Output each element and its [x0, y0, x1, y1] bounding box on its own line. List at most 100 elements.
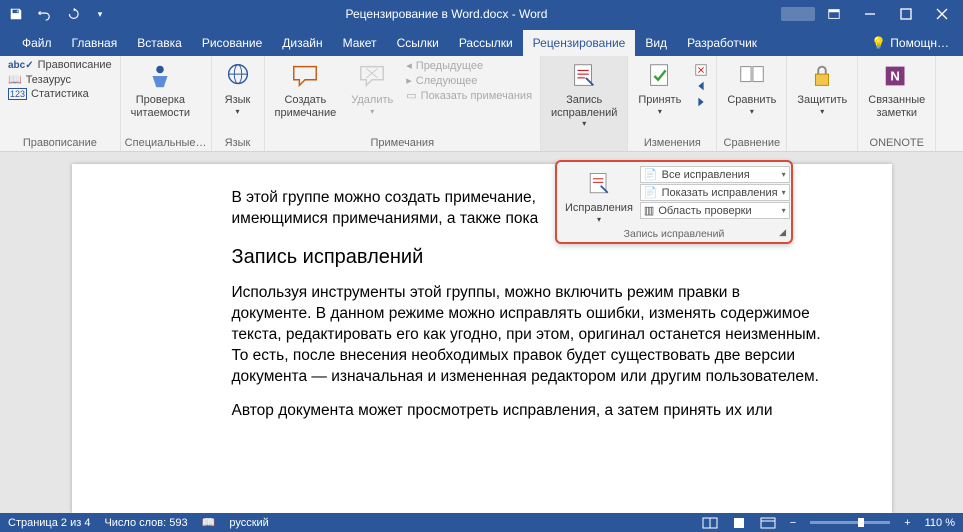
svg-text:N: N	[890, 69, 899, 84]
heading: Запись исправлений	[232, 244, 822, 271]
new-comment-button[interactable]: Создать примечание	[269, 58, 343, 121]
reject-button[interactable]	[690, 62, 712, 78]
document-area: В этой группе можно создать примечание, …	[0, 152, 963, 513]
ribbon: abc✓Правописание 📖Тезаурус 123Статистика…	[0, 56, 963, 152]
save-button[interactable]	[4, 2, 28, 26]
tab-references[interactable]: Ссылки	[387, 30, 449, 56]
chevron-down-icon: ▾	[370, 107, 374, 116]
group-label: Язык	[216, 135, 260, 150]
account-button[interactable]	[781, 2, 815, 26]
compare-icon	[736, 60, 768, 92]
lock-icon	[806, 60, 838, 92]
dialog-launcher-icon[interactable]: ◢	[779, 227, 786, 238]
chevron-down-icon: ▾	[820, 107, 824, 116]
language-button[interactable]: Язык ▾	[216, 58, 260, 118]
tab-design[interactable]: Дизайн	[272, 30, 332, 56]
reviewing-pane-dropdown[interactable]: ▥Область проверки	[640, 202, 790, 219]
spellcheck-status-button[interactable]: 📖	[202, 516, 216, 529]
show-comments-button[interactable]: ▭Показать примечания	[402, 88, 536, 103]
zoom-level-button[interactable]: 110 %	[925, 517, 955, 529]
track-changes-button[interactable]: Запись исправлений▾	[545, 58, 623, 130]
accessibility-check-button[interactable]: Проверка читаемости	[125, 58, 196, 121]
window-controls	[781, 2, 959, 26]
group-label: Примечания	[269, 135, 537, 150]
ribbon-tabs: Файл Главная Вставка Рисование Дизайн Ма…	[0, 28, 963, 56]
title-bar: ▾ Рецензирование в Word.docx - Word	[0, 0, 963, 28]
tab-mailings[interactable]: Рассылки	[449, 30, 523, 56]
maximize-button[interactable]	[889, 2, 923, 26]
tell-me-button[interactable]: 💡Помощн…	[861, 30, 963, 56]
zoom-out-button[interactable]: −	[790, 517, 796, 529]
show-markup-dropdown[interactable]: 📄Показать исправления	[640, 184, 790, 201]
next-comment-button[interactable]: ▸Следующее	[402, 73, 536, 88]
zoom-in-button[interactable]: +	[904, 517, 910, 529]
track-icon	[583, 168, 615, 200]
minimize-button[interactable]	[853, 2, 887, 26]
tab-insert[interactable]: Вставка	[127, 30, 192, 56]
compare-button[interactable]: Сравнить ▾	[721, 58, 782, 118]
next-change-button[interactable]	[690, 94, 712, 110]
tracking-popup: Исправления ▾ 📄Все исправления 📄Показать…	[555, 160, 793, 244]
ribbon-display-button[interactable]	[817, 2, 851, 26]
tab-developer[interactable]: Разработчик	[677, 30, 767, 56]
zoom-thumb[interactable]	[858, 518, 864, 527]
display-for-review-dropdown[interactable]: 📄Все исправления	[640, 166, 790, 183]
comment-icon	[289, 60, 321, 92]
undo-button[interactable]	[32, 2, 56, 26]
group-protect: Защитить ▾	[787, 56, 858, 151]
word-count-button[interactable]: Число слов: 593	[104, 517, 187, 529]
show-icon: ▭	[406, 89, 416, 102]
tab-home[interactable]: Главная	[62, 30, 128, 56]
prev-comment-button[interactable]: ◂Предыдущее	[402, 58, 536, 73]
group-language: Язык ▾ Язык	[212, 56, 265, 151]
language-status-button[interactable]: русский	[229, 517, 268, 529]
lightbulb-icon: 💡	[871, 36, 886, 50]
group-comments: Создать примечание Удалить ▾ ◂Предыдущее…	[265, 56, 542, 151]
track-changes-popup-button[interactable]: Исправления ▾	[561, 166, 637, 226]
status-bar: Страница 2 из 4 Число слов: 593 📖 русски…	[0, 513, 963, 532]
statistics-button[interactable]: 123Статистика	[4, 87, 116, 101]
tab-review[interactable]: Рецензирование	[523, 30, 636, 56]
protect-button[interactable]: Защитить ▾	[791, 58, 853, 118]
delete-comment-button[interactable]: Удалить ▾	[345, 58, 399, 118]
chevron-down-icon: ▾	[597, 215, 601, 224]
accept-icon	[644, 60, 676, 92]
group-label	[545, 135, 623, 150]
doc-icon: 📄	[644, 168, 658, 181]
tab-view[interactable]: Вид	[635, 30, 677, 56]
close-button[interactable]	[925, 2, 959, 26]
view-web-button[interactable]	[760, 517, 776, 529]
tab-draw[interactable]: Рисование	[192, 30, 272, 56]
qat-customize-button[interactable]: ▾	[88, 2, 112, 26]
prev-change-button[interactable]	[690, 78, 712, 94]
onenote-button[interactable]: N Связанные заметки	[862, 58, 931, 121]
body-text: Автор документа может просмотреть исправ…	[232, 401, 822, 422]
group-label: Сравнение	[721, 135, 782, 150]
body-text: имеющимися примечаниями, а также пока	[232, 210, 539, 227]
chevron-down-icon: ▾	[658, 107, 662, 116]
book-icon: 📖	[202, 516, 216, 529]
abc-check-icon: abc✓	[8, 60, 34, 71]
tab-layout[interactable]: Макет	[333, 30, 387, 56]
view-print-button[interactable]	[732, 517, 746, 529]
spelling-button[interactable]: abc✓Правописание	[4, 58, 116, 72]
group-label	[791, 135, 853, 150]
next-icon: ▸	[406, 74, 412, 87]
zoom-slider[interactable]	[810, 521, 890, 524]
view-read-button[interactable]	[702, 517, 718, 529]
window-title: Рецензирование в Word.docx - Word	[112, 7, 781, 21]
accept-button[interactable]: Принять ▾	[632, 58, 687, 118]
chevron-down-icon: ▾	[750, 107, 754, 116]
group-label: Изменения	[632, 135, 712, 150]
page-number-button[interactable]: Страница 2 из 4	[8, 517, 90, 529]
thesaurus-button[interactable]: 📖Тезаурус	[4, 72, 116, 87]
chevron-down-icon: ▾	[582, 119, 586, 128]
group-proofing: abc✓Правописание 📖Тезаурус 123Статистика…	[0, 56, 121, 151]
book-icon: 📖	[8, 73, 22, 86]
tab-file[interactable]: Файл	[12, 30, 62, 56]
group-accessibility: Проверка читаемости Специальные…	[121, 56, 212, 151]
group-tracking: Запись исправлений▾	[541, 56, 628, 151]
track-icon	[568, 60, 600, 92]
redo-button[interactable]	[60, 2, 84, 26]
group-label: ONENOTE	[862, 135, 931, 150]
